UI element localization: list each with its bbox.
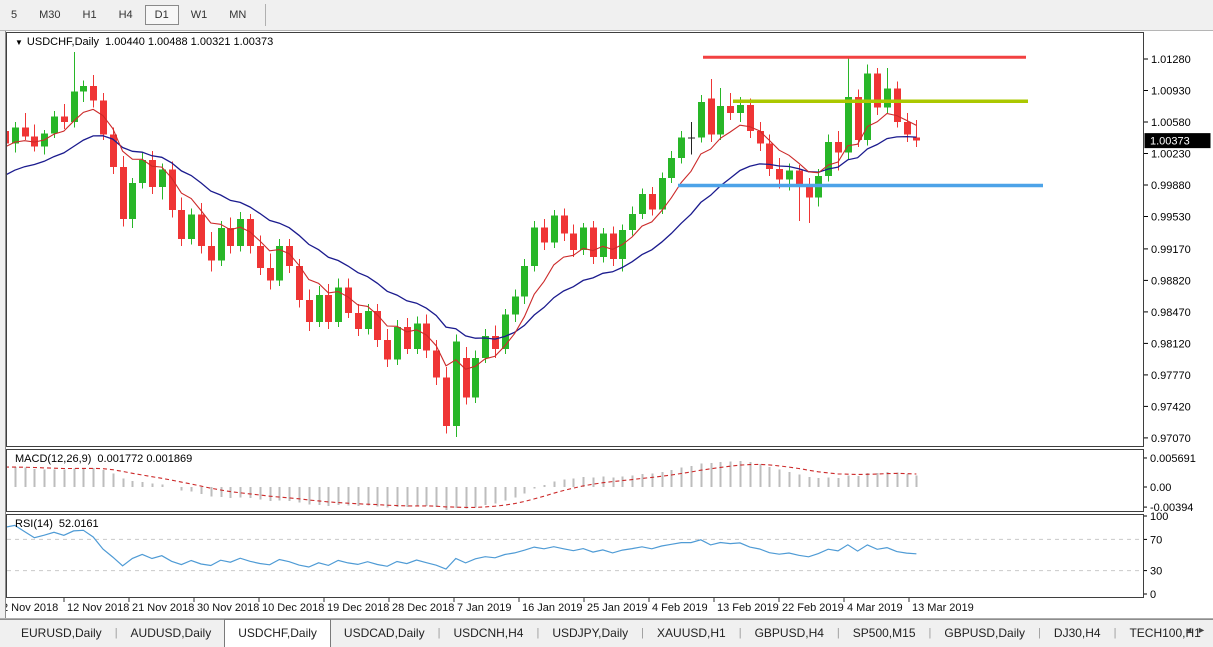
- svg-text:0.98120: 0.98120: [1151, 338, 1191, 350]
- timeframe-toolbar: 5 M30 H1 H4 D1 W1 MN: [0, 0, 1213, 31]
- svg-text:0.97770: 0.97770: [1151, 370, 1191, 382]
- timeframe-button-5[interactable]: 5: [1, 5, 27, 25]
- price-chart-panel[interactable]: ▼ USDCHF,Daily 1.00440 1.00488 1.00321 1.0…: [6, 32, 1144, 447]
- macd-indicator-panel[interactable]: MACD(12,26,9) 0.001772 0.001869: [6, 449, 1144, 512]
- price-axis-canvas: 1.01280 1.00930 1.00580 1.00230 0.99880 0.995…: [1144, 54, 1211, 601]
- toolbar-separator: [265, 4, 267, 26]
- tab-usdcnh-h4[interactable]: USDCNH,H4: [440, 620, 536, 647]
- svg-text:1.00930: 1.00930: [1151, 86, 1191, 98]
- svg-text:0.99170: 0.99170: [1151, 244, 1191, 256]
- tab-usdcad-daily[interactable]: USDCAD,Daily: [331, 620, 438, 647]
- timeframe-button-h4[interactable]: H4: [109, 5, 143, 25]
- tab-xauusd-h1[interactable]: XAUUSD,H1: [644, 620, 739, 647]
- timeframe-button-w1[interactable]: W1: [181, 5, 218, 25]
- chart-tab-bar: EURUSD,Daily | AUDUSD,Daily USDCHF,Daily USD…: [0, 619, 1213, 647]
- chart-title-arrow-icon[interactable]: ▼: [15, 38, 23, 47]
- rsi-name: RSI(14): [15, 518, 53, 530]
- svg-text:0.97070: 0.97070: [1151, 433, 1191, 445]
- svg-text:16 Jan 2019: 16 Jan 2019: [522, 602, 583, 614]
- tab-eurusd-daily[interactable]: EURUSD,Daily: [8, 620, 115, 647]
- svg-text:7 Jan 2019: 7 Jan 2019: [457, 602, 511, 614]
- rsi-chart-canvas[interactable]: [7, 515, 1143, 597]
- trading-platform-window: 5 M30 H1 H4 D1 W1 MN ▼ USDCHF,Daily 1.00440 1.00…: [0, 0, 1213, 647]
- price-axis[interactable]: 1.01280 1.00930 1.00580 1.00230 0.99880 0.995…: [1144, 31, 1213, 618]
- svg-text:70: 70: [1150, 534, 1162, 546]
- macd-values: 0.001772 0.001869: [97, 453, 193, 465]
- macd-label: MACD(12,26,9) 0.001772 0.001869: [15, 453, 198, 465]
- timeframe-button-m30[interactable]: M30: [29, 5, 70, 25]
- svg-text:0.97420: 0.97420: [1151, 401, 1191, 413]
- svg-text:1.00230: 1.00230: [1151, 149, 1191, 161]
- chart-ohlc-values: 1.00440 1.00488 1.00321 1.00373: [105, 36, 274, 48]
- tab-dj30-h4[interactable]: DJ30,H4: [1041, 620, 1114, 647]
- svg-text:10 Dec 2018: 10 Dec 2018: [262, 602, 324, 614]
- rsi-value: 52.0161: [58, 518, 99, 530]
- tab-scroll-left-icon[interactable]: ◄: [1184, 625, 1197, 635]
- timeframe-button-d1[interactable]: D1: [144, 5, 179, 25]
- date-axis-canvas: 2 Nov 2018 12 Nov 2018 21 Nov 2018 30 Nov 2…: [2, 598, 974, 614]
- svg-text:13 Feb 2019: 13 Feb 2019: [717, 602, 779, 614]
- ma-fast-line: [7, 108, 917, 370]
- svg-text:100: 100: [1150, 511, 1168, 523]
- svg-text:12 Nov 2018: 12 Nov 2018: [67, 602, 129, 614]
- svg-text:28 Dec 2018: 28 Dec 2018: [392, 602, 454, 614]
- svg-text:1.00580: 1.00580: [1151, 117, 1191, 129]
- svg-text:30 Nov 2018: 30 Nov 2018: [197, 602, 259, 614]
- svg-text:0.98820: 0.98820: [1151, 275, 1191, 287]
- svg-text:0: 0: [1150, 589, 1156, 601]
- macd-name: MACD(12,26,9): [15, 453, 92, 465]
- svg-text:0.00: 0.00: [1150, 482, 1171, 494]
- rsi-line: [7, 524, 917, 570]
- svg-text:0.005691: 0.005691: [1150, 453, 1196, 465]
- svg-text:19 Dec 2018: 19 Dec 2018: [327, 602, 389, 614]
- svg-text:0.99530: 0.99530: [1151, 212, 1191, 224]
- date-axis[interactable]: 2 Nov 2018 12 Nov 2018 21 Nov 2018 30 Nov 2…: [2, 598, 1144, 618]
- svg-text:22 Feb 2019: 22 Feb 2019: [782, 602, 844, 614]
- tab-scroll-right-icon[interactable]: ►: [1197, 625, 1210, 635]
- tab-audusd-daily[interactable]: AUDUSD,Daily: [118, 620, 225, 647]
- svg-text:2 Nov 2018: 2 Nov 2018: [6, 602, 58, 614]
- svg-text:1.01280: 1.01280: [1151, 54, 1191, 66]
- tab-gbpusd-h4[interactable]: GBPUSD,H4: [742, 620, 837, 647]
- svg-text:4 Feb 2019: 4 Feb 2019: [652, 602, 708, 614]
- tab-usdchf-daily[interactable]: USDCHF,Daily: [224, 619, 331, 647]
- svg-text:30: 30: [1150, 566, 1162, 578]
- tab-sp500-m15[interactable]: SP500,M15: [840, 620, 929, 647]
- timeframe-button-mn[interactable]: MN: [219, 5, 256, 25]
- svg-text:0.99880: 0.99880: [1151, 180, 1191, 192]
- chart-symbol-label: USDCHF,Daily: [26, 36, 100, 48]
- svg-text:25 Jan 2019: 25 Jan 2019: [587, 602, 648, 614]
- tab-usdjpy-daily[interactable]: USDJPY,Daily: [539, 620, 641, 647]
- candlestick-chart-canvas[interactable]: [7, 33, 1143, 446]
- svg-text:1.00373: 1.00373: [1150, 136, 1190, 148]
- tab-gbpusd-daily[interactable]: GBPUSD,Daily: [931, 620, 1038, 647]
- rsi-label: RSI(14) 52.0161: [15, 518, 105, 530]
- svg-text:0.98470: 0.98470: [1151, 307, 1191, 319]
- svg-text:13 Mar 2019: 13 Mar 2019: [912, 602, 974, 614]
- svg-text:21 Nov 2018: 21 Nov 2018: [132, 602, 194, 614]
- tab-scroll-arrows: ◄►: [1184, 625, 1210, 635]
- svg-text:4 Mar 2019: 4 Mar 2019: [847, 602, 903, 614]
- timeframe-button-h1[interactable]: H1: [73, 5, 107, 25]
- chart-title: ▼ USDCHF,Daily 1.00440 1.00488 1.00321 1.0…: [15, 36, 279, 48]
- rsi-indicator-panel[interactable]: RSI(14) 52.0161: [6, 514, 1144, 598]
